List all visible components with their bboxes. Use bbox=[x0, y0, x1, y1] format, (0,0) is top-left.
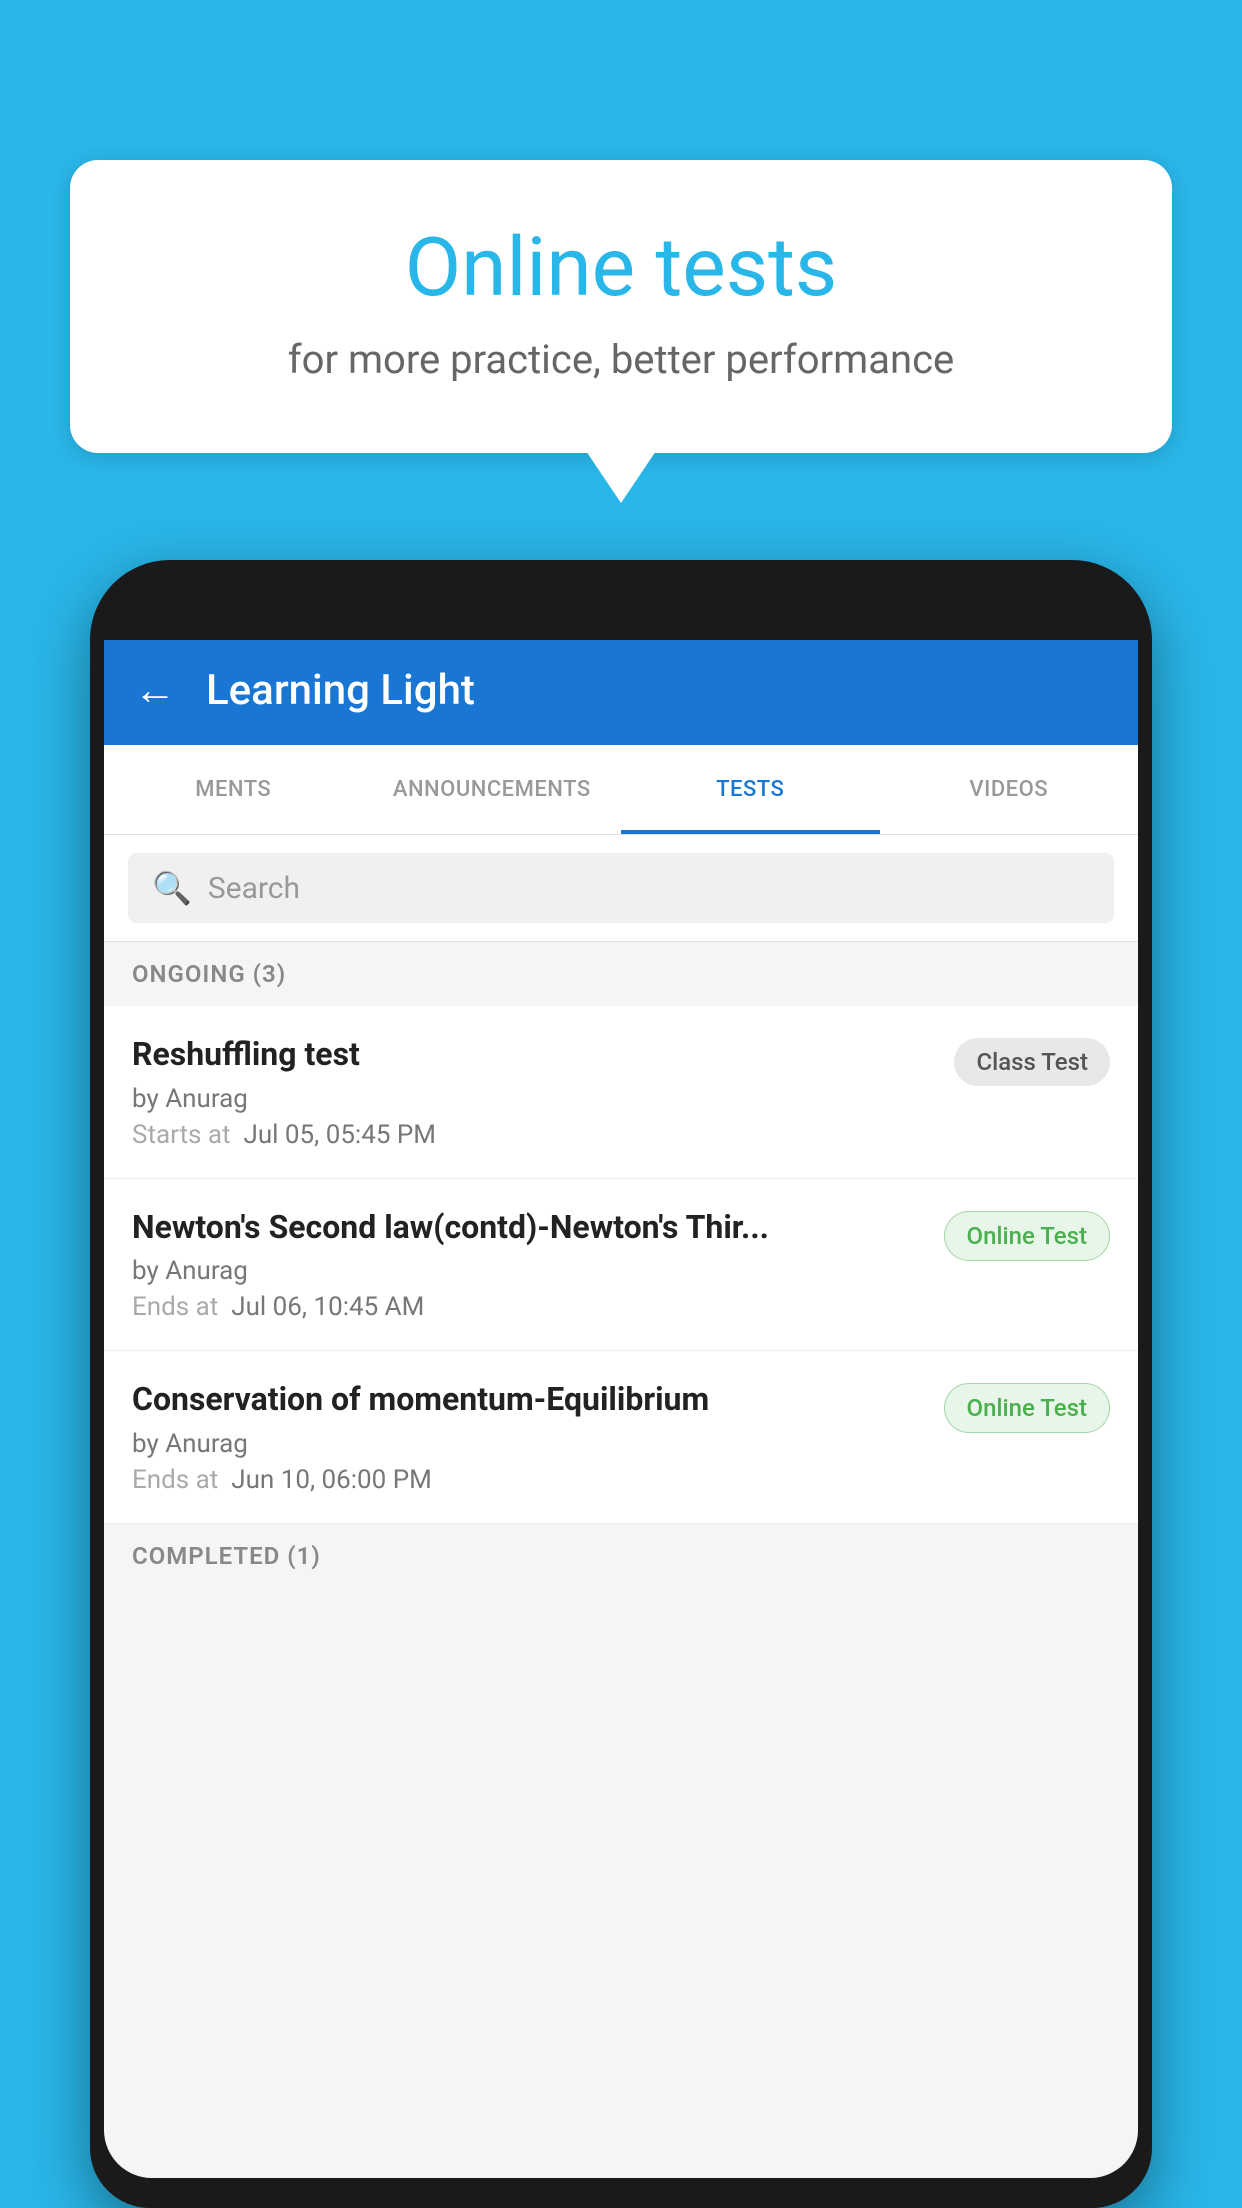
tab-ments[interactable]: MENTS bbox=[104, 745, 363, 834]
completed-section-header: COMPLETED (1) bbox=[104, 1524, 1138, 1588]
test-time-3: Ends at Jun 10, 06:00 PM bbox=[132, 1465, 924, 1495]
test-author-1: by Anurag bbox=[132, 1084, 934, 1114]
speech-bubble: Online tests for more practice, better p… bbox=[70, 160, 1172, 453]
ongoing-section-header: ONGOING (3) bbox=[104, 942, 1138, 1006]
test-name-1: Reshuffling test bbox=[132, 1034, 934, 1076]
status-icons: ▾▾ ▲▲ ▮ bbox=[1003, 586, 1112, 615]
search-input-wrapper[interactable]: 🔍 Search bbox=[128, 853, 1114, 923]
test-author-2: by Anurag bbox=[132, 1256, 924, 1286]
status-time: 14:29 bbox=[130, 584, 201, 617]
test-time-label-1: Starts at bbox=[132, 1120, 231, 1150]
phone-frame: 14:29 ▾▾ ▲▲ ▮ ← Learning Light MENTS ANN… bbox=[90, 560, 1152, 2208]
test-time-2: Ends at Jul 06, 10:45 AM bbox=[132, 1292, 924, 1322]
search-placeholder: Search bbox=[208, 871, 300, 906]
battery-icon: ▮ bbox=[1099, 586, 1112, 614]
tab-bar: MENTS ANNOUNCEMENTS TESTS VIDEOS bbox=[104, 745, 1138, 835]
app-bar: ← Learning Light bbox=[104, 635, 1138, 745]
signal-icon: ▲▲ bbox=[1039, 586, 1087, 615]
bubble-title: Online tests bbox=[120, 220, 1122, 316]
search-icon: 🔍 bbox=[152, 869, 192, 907]
test-author-3: by Anurag bbox=[132, 1429, 924, 1459]
test-item-1[interactable]: Reshuffling test by Anurag Starts at Jul… bbox=[104, 1006, 1138, 1179]
bubble-subtitle: for more practice, better performance bbox=[120, 336, 1122, 383]
test-name-2: Newton's Second law(contd)-Newton's Thir… bbox=[132, 1207, 924, 1249]
tab-tests[interactable]: TESTS bbox=[621, 745, 880, 834]
phone-screen: ← Learning Light MENTS ANNOUNCEMENTS TES… bbox=[104, 635, 1138, 2178]
test-name-3: Conservation of momentum-Equilibrium bbox=[132, 1379, 924, 1421]
test-badge-3: Online Test bbox=[944, 1383, 1110, 1433]
back-button[interactable]: ← bbox=[134, 666, 176, 715]
test-info-3: Conservation of momentum-Equilibrium by … bbox=[132, 1379, 924, 1495]
test-info-2: Newton's Second law(contd)-Newton's Thir… bbox=[132, 1207, 924, 1323]
test-item-3[interactable]: Conservation of momentum-Equilibrium by … bbox=[104, 1351, 1138, 1524]
test-badge-1: Class Test bbox=[954, 1038, 1110, 1086]
test-list: Reshuffling test by Anurag Starts at Jul… bbox=[104, 1006, 1138, 1524]
test-badge-2: Online Test bbox=[944, 1211, 1110, 1261]
test-time-1: Starts at Jul 05, 05:45 PM bbox=[132, 1120, 934, 1150]
test-item-2[interactable]: Newton's Second law(contd)-Newton's Thir… bbox=[104, 1179, 1138, 1352]
search-container: 🔍 Search bbox=[104, 835, 1138, 942]
phone-notch bbox=[581, 572, 661, 602]
tab-announcements[interactable]: ANNOUNCEMENTS bbox=[363, 745, 622, 834]
tab-videos[interactable]: VIDEOS bbox=[880, 745, 1139, 834]
test-time-label-2: Ends at bbox=[132, 1292, 218, 1322]
app-title: Learning Light bbox=[206, 666, 475, 715]
test-time-label-3: Ends at bbox=[132, 1465, 218, 1495]
test-info-1: Reshuffling test by Anurag Starts at Jul… bbox=[132, 1034, 934, 1150]
wifi-icon: ▾▾ bbox=[1003, 586, 1027, 614]
